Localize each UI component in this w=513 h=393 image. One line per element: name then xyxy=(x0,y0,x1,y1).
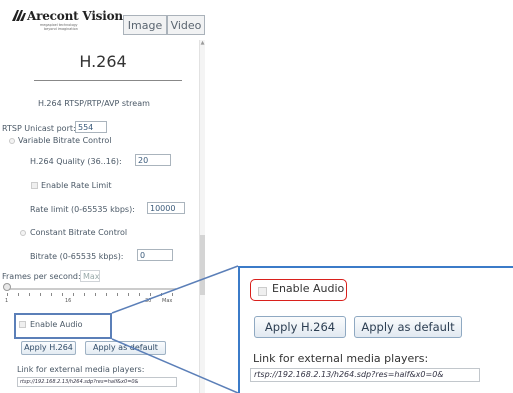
stream-label: H.264 RTSP/RTP/AVP stream xyxy=(38,99,150,108)
quality-label: H.264 Quality (36..16): xyxy=(30,157,122,166)
slider-tick xyxy=(51,293,52,296)
slider-tick xyxy=(40,293,41,296)
slider-max-label: Max xyxy=(162,298,173,304)
brand-tagline: megapixel technology beyond imagination xyxy=(40,23,78,31)
zoom-enable-audio-label: Enable Audio xyxy=(272,282,345,295)
slider-tick xyxy=(84,293,85,296)
zoom-enable-audio-checkbox[interactable] xyxy=(258,287,267,296)
fps-label: Frames per second: xyxy=(2,272,81,281)
brand-name: Arecont Vision xyxy=(27,9,123,23)
tab-image[interactable]: Image xyxy=(123,15,167,35)
slider-tick xyxy=(161,293,162,296)
slider-tick xyxy=(117,293,118,296)
zoom-apply-default-button[interactable]: Apply as default xyxy=(354,316,462,338)
apply-default-button[interactable]: Apply as default xyxy=(85,341,166,355)
quality-input[interactable]: 20 xyxy=(135,154,171,166)
scroll-up-icon[interactable]: ▲ xyxy=(200,40,205,46)
highlight-box xyxy=(14,313,112,339)
rate-limit-input[interactable]: 10000 xyxy=(147,202,185,214)
zoom-external-link-field[interactable]: rtsp://192.168.2.13/h264.sdp?res=half&x0… xyxy=(250,368,480,382)
rate-limit-checkbox[interactable] xyxy=(31,182,38,189)
bitrate-input[interactable]: 0 xyxy=(137,249,173,261)
slider-tick xyxy=(128,293,129,296)
rate-limit-enable-label: Enable Rate Limit xyxy=(41,181,112,190)
slider-tick xyxy=(139,293,140,296)
fps-input[interactable]: Max xyxy=(80,270,100,282)
tab-video[interactable]: Video xyxy=(167,15,205,35)
slider-tick xyxy=(95,293,96,296)
cbr-radio[interactable] xyxy=(20,230,26,236)
slider-mid-label: 16 xyxy=(65,298,72,304)
slider-tick xyxy=(7,293,8,296)
external-link-field[interactable]: rtsp://192.168.2.13/h264.sdp?res=half&x0… xyxy=(17,377,177,387)
slider-tick xyxy=(73,293,74,296)
slider-min-label: 1 xyxy=(5,298,9,304)
slider-tick xyxy=(18,293,19,296)
rtsp-port-label: RTSP Unicast port: xyxy=(2,124,76,133)
slider-tick xyxy=(172,293,173,296)
slider-tick xyxy=(150,293,151,296)
scrollbar-thumb[interactable] xyxy=(200,235,205,295)
rtsp-port-input[interactable]: 554 xyxy=(75,121,107,133)
slider-tick xyxy=(106,293,107,296)
vertical-scrollbar[interactable]: ▲ xyxy=(199,40,205,393)
brand-logo: Arecont Vision megapixel technology beyo… xyxy=(12,9,123,37)
fps-slider-handle[interactable] xyxy=(3,283,11,291)
apply-h264-button[interactable]: Apply H.264 xyxy=(21,341,76,355)
vbr-label: Variable Bitrate Control xyxy=(18,136,112,145)
vbr-radio[interactable] xyxy=(9,138,15,144)
slider-tick xyxy=(29,293,30,296)
section-title: H.264 xyxy=(79,52,127,71)
rate-limit-label: Rate limit (0-65535 kbps): xyxy=(30,205,135,214)
logo-icon xyxy=(12,10,26,21)
slider-tick xyxy=(62,293,63,296)
fps-slider-track[interactable] xyxy=(6,288,176,290)
cbr-label: Constant Bitrate Control xyxy=(30,228,128,237)
settings-scroll-area xyxy=(0,38,199,393)
title-divider xyxy=(34,80,182,81)
zoom-external-link-label: Link for external media players: xyxy=(253,352,429,365)
zoom-callout: Enable Audio Apply H.264 Apply as defaul… xyxy=(238,266,513,393)
slider-high-label: 30 xyxy=(145,298,152,304)
external-link-label: Link for external media players: xyxy=(17,365,145,374)
bitrate-label: Bitrate (0-65535 kbps): xyxy=(30,252,124,261)
zoom-apply-h264-button[interactable]: Apply H.264 xyxy=(254,316,346,338)
